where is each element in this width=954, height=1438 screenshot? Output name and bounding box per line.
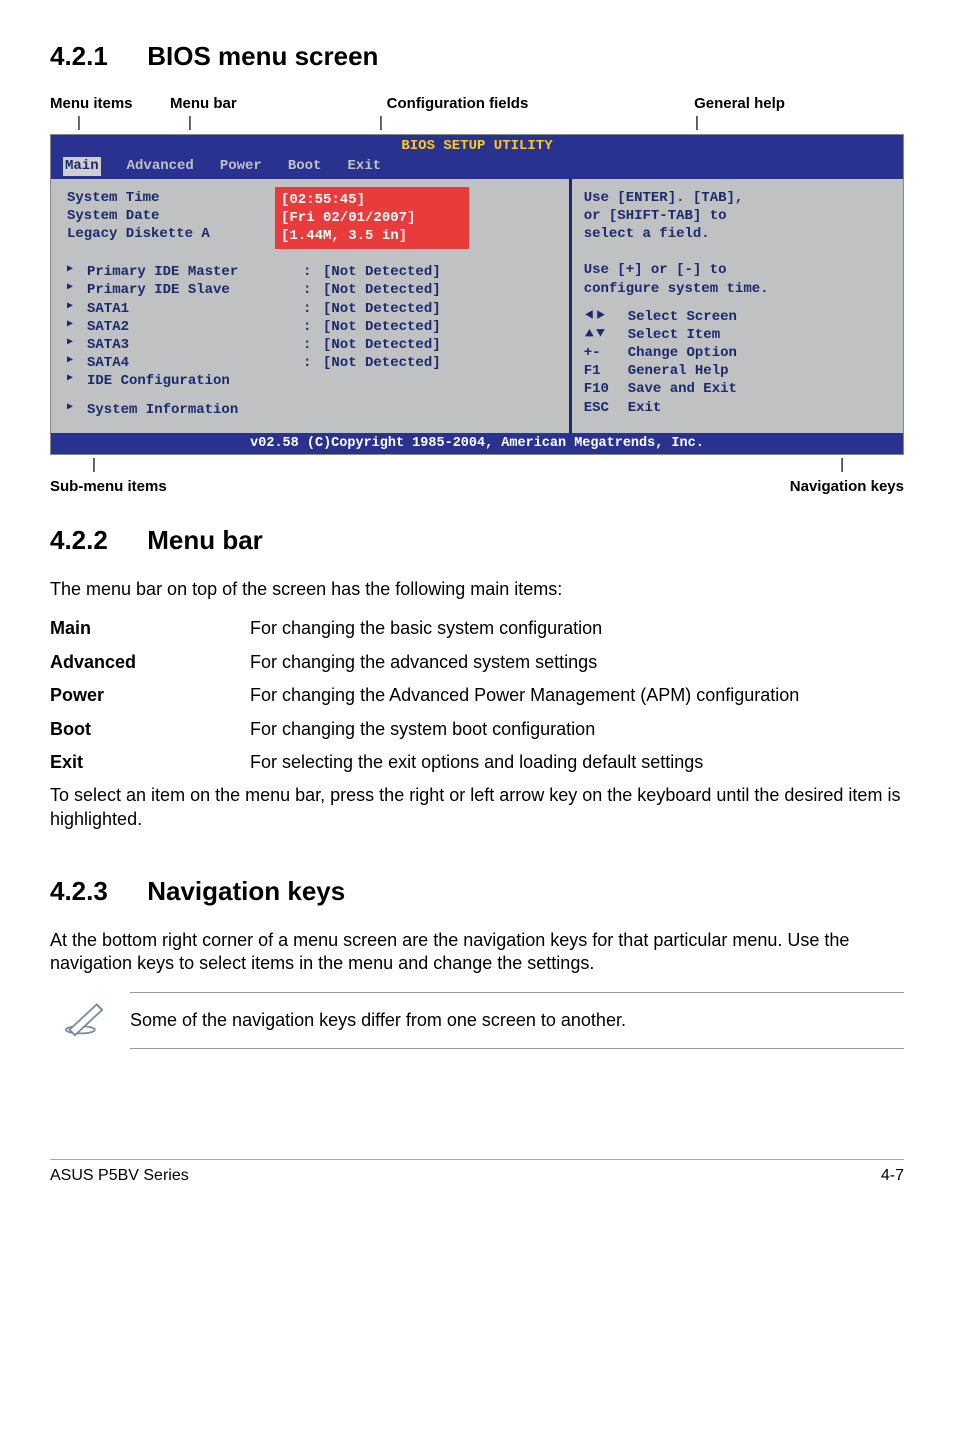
def-term: Boot [50, 718, 250, 741]
def-def: For changing the system boot configurati… [250, 718, 904, 741]
nav-text: Select Item [628, 326, 720, 344]
bios-item: Legacy Diskette A [67, 225, 277, 243]
label-sub-menu-items: Sub-menu items [50, 477, 167, 497]
bios-val: [1.44M, 3.5 in] [281, 228, 407, 244]
nav-text: General Help [628, 362, 729, 380]
bios-val: [Not Detected] [323, 318, 441, 336]
bios-tab-power: Power [220, 157, 262, 175]
bios-item: SATA2 [87, 318, 297, 336]
bios-title: BIOS SETUP UTILITY [51, 137, 903, 155]
bios-tab-exit: Exit [347, 157, 381, 175]
bios-tab-advanced: Advanced [127, 157, 194, 175]
bios-val: [Not Detected] [323, 300, 441, 318]
nav-text: Select Screen [628, 308, 737, 326]
heading-num: 4.2.2 [50, 524, 140, 558]
label-navigation-keys: Navigation keys [790, 477, 904, 497]
bios-help-top: Use [ENTER]. [TAB], or [SHIFT-TAB] to se… [584, 189, 891, 298]
nav-key: +- [584, 344, 620, 362]
bios-item: SATA1 [87, 300, 297, 318]
menubar-outro: To select an item on the menu bar, press… [50, 784, 904, 831]
nav-key: ESC [584, 399, 620, 417]
bios-field-highlight: [02:55:45] [Fri 02/01/2007] [1.44M, 3.5 … [277, 189, 467, 248]
def-term: Exit [50, 751, 250, 774]
heading-num: 4.2.1 [50, 40, 140, 74]
def-def: For changing the basic system configurat… [250, 617, 904, 640]
nav-key: ⯇⯈ [584, 308, 620, 326]
bios-footer: v02.58 (C)Copyright 1985-2004, American … [51, 433, 903, 455]
heading-title: Navigation keys [147, 876, 345, 906]
bios-item: IDE Configuration [87, 372, 297, 390]
def-term: Power [50, 684, 250, 707]
def-term: Main [50, 617, 250, 640]
bios-item: System Time [67, 189, 277, 207]
nav-key: F1 [584, 362, 620, 380]
pencil-icon [62, 999, 106, 1043]
label-config-fields: Configuration fields [340, 94, 575, 114]
heading-title: BIOS menu screen [147, 41, 378, 71]
bios-item: Primary IDE Master [87, 263, 297, 281]
heading-title: Menu bar [147, 525, 263, 555]
bios-titlebar: BIOS SETUP UTILITY [51, 135, 903, 157]
heading-num: 4.2.3 [50, 875, 140, 909]
bios-item: System Date [67, 207, 277, 225]
def-def: For changing the advanced system setting… [250, 651, 904, 674]
diagram-bottom-labels: Sub-menu items Navigation keys [50, 477, 904, 497]
bios-val: [Not Detected] [323, 281, 441, 299]
help-line: configure system time. [584, 280, 891, 298]
diagram-top-labels: Menu items Menu bar Configuration fields… [50, 94, 904, 114]
nav-text: Save and Exit [628, 380, 737, 398]
bios-help-nav: ⯇⯈ Select Screen ⯅⯆ Select Item +- Change O… [584, 308, 891, 417]
bios-body: System Time System Date Legacy Diskette … [51, 179, 903, 433]
tick-row: |||| [50, 115, 904, 130]
bios-item: SATA4 [87, 354, 297, 372]
def-def: For selecting the exit options and loadi… [250, 751, 904, 774]
help-line: Use [ENTER]. [TAB], [584, 189, 891, 207]
note-text: Some of the navigation keys differ from … [130, 1009, 626, 1032]
heading-4-2-2: 4.2.2 Menu bar [50, 524, 904, 558]
bios-tab-boot: Boot [288, 157, 322, 175]
nav-text: Change Option [628, 344, 737, 362]
menubar-definitions: MainFor changing the basic system config… [50, 617, 904, 774]
bios-val: [Fri 02/01/2007] [281, 210, 415, 226]
tick-bottom: || [50, 455, 904, 475]
help-line: select a field. [584, 225, 891, 243]
page-footer: ASUS P5BV Series 4-7 [50, 1159, 904, 1187]
note-divider-bottom [130, 1048, 904, 1049]
bios-item: SATA3 [87, 336, 297, 354]
label-general-help: General help [575, 94, 904, 114]
navkeys-text: At the bottom right corner of a menu scr… [50, 929, 904, 976]
heading-4-2-3: 4.2.3 Navigation keys [50, 875, 904, 909]
bios-menubar: Main Advanced Power Boot Exit [51, 157, 903, 178]
bios-val: [Not Detected] [323, 354, 441, 372]
footer-left: ASUS P5BV Series [50, 1166, 189, 1187]
nav-key: F10 [584, 380, 620, 398]
nav-key: ⯅⯆ [584, 326, 620, 344]
footer-right: 4-7 [881, 1166, 904, 1187]
bios-val: [Not Detected] [323, 263, 441, 281]
bios-help-pane: Use [ENTER]. [TAB], or [SHIFT-TAB] to se… [569, 179, 903, 433]
def-def: For changing the Advanced Power Manageme… [250, 684, 904, 707]
bios-val: [Not Detected] [323, 336, 441, 354]
help-line: or [SHIFT-TAB] to [584, 207, 891, 225]
def-term: Advanced [50, 651, 250, 674]
help-line: Use [+] or [-] to [584, 261, 891, 279]
bios-tab-main: Main [63, 157, 101, 175]
label-menu-items: Menu items [50, 94, 170, 114]
nav-text: Exit [628, 399, 662, 417]
bios-item: Primary IDE Slave [87, 281, 297, 299]
bios-item: System Information [87, 401, 297, 419]
heading-4-2-1: 4.2.1 BIOS menu screen [50, 40, 904, 74]
menubar-intro: The menu bar on top of the screen has th… [50, 578, 904, 601]
bios-left-pane: System Time System Date Legacy Diskette … [51, 179, 569, 433]
note-box: Some of the navigation keys differ from … [50, 993, 904, 1049]
bios-val: [02:55:45] [281, 192, 365, 208]
bios-screenshot: BIOS SETUP UTILITY Main Advanced Power B… [50, 134, 904, 455]
label-menu-bar: Menu bar [170, 94, 340, 114]
